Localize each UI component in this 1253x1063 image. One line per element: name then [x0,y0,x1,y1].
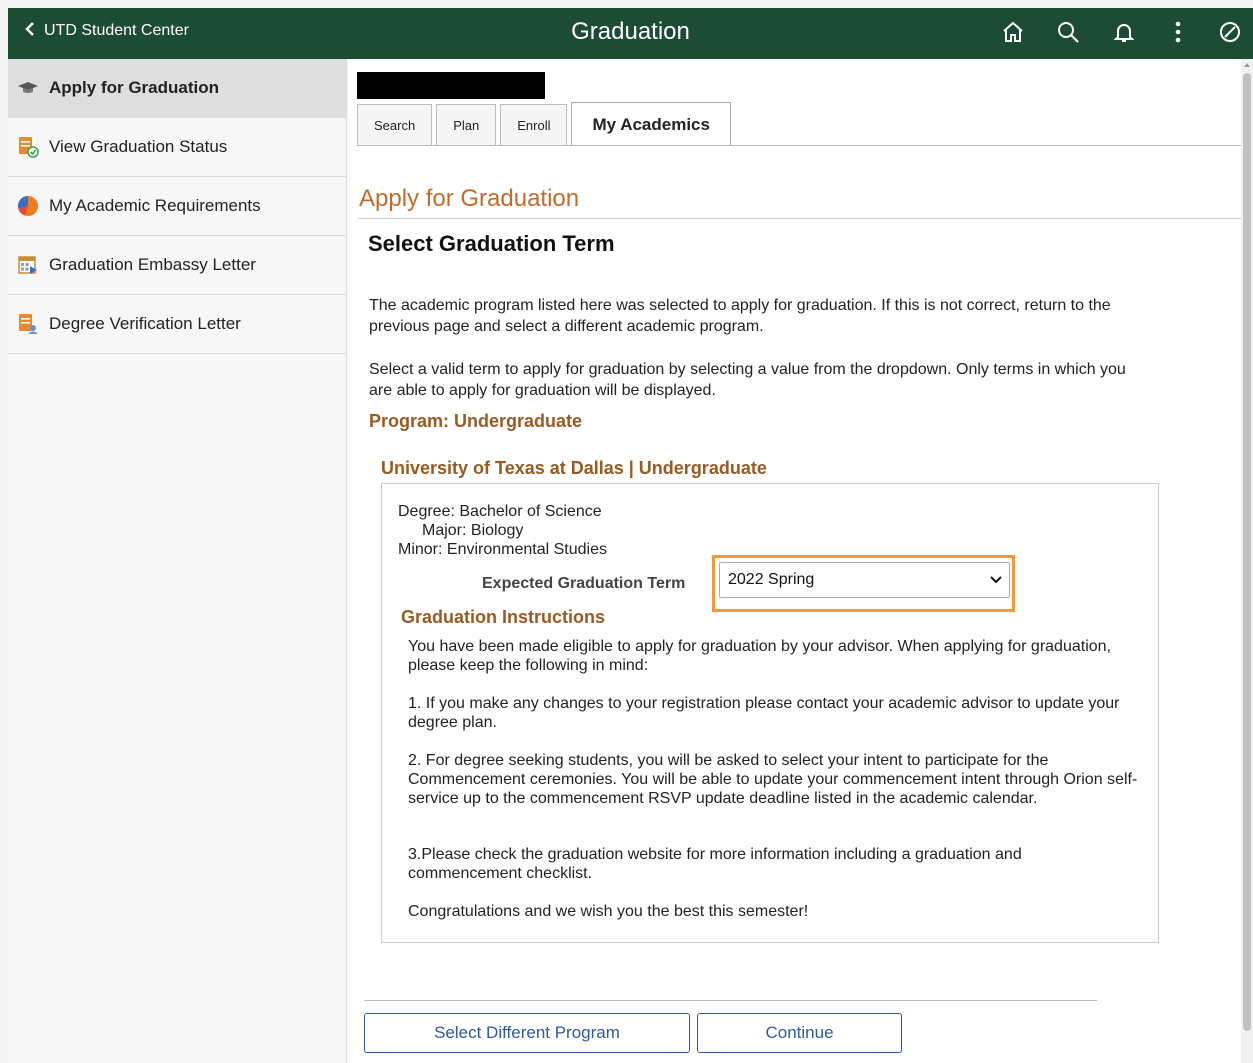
scroll-up-arrow-icon[interactable] [1244,63,1250,67]
expected-graduation-term-select[interactable]: 2022 Spring [719,562,1010,598]
major-text: Major: Biology [422,522,524,539]
calendar-icon [16,253,40,277]
compass-icon[interactable] [1215,16,1245,48]
sidebar-item-label: Degree Verification Letter [49,314,241,333]
instruction-text: Congratulations and we wish you the best… [408,903,809,920]
continue-button[interactable]: Continue [697,1013,902,1053]
redacted-student-name [357,72,545,99]
institution-heading: University of Texas at Dallas | Undergra… [381,458,767,478]
instruction-text: 3.Please check the graduation website fo… [408,846,1022,882]
instruction-text: You have been made eligible to apply for… [408,638,1111,674]
instructions-paragraph: Select a valid term to apply for graduat… [369,361,1126,399]
instruction-text: 1. If you make any changes to your regis… [408,695,1120,731]
sidebar-item-graduation-embassy-letter[interactable]: Graduation Embassy Letter [8,236,346,295]
term-select-highlight: 2022 Spring [712,555,1015,612]
select-different-program-button[interactable]: Select Different Program [364,1013,690,1053]
sidebar-item-degree-verification-letter[interactable]: Degree Verification Letter [8,295,346,354]
main-content: Search Plan Enroll My Academics Apply fo… [348,59,1241,1063]
document-check-icon [16,135,40,159]
tab-search[interactable]: Search [357,104,433,146]
footer-divider [364,1000,1097,1001]
program-heading: Program: Undergraduate [369,411,583,431]
more-vertical-icon[interactable] [1163,16,1193,48]
back-to-student-center[interactable]: UTD Student Center [24,8,189,53]
graduation-cap-icon [16,76,40,100]
sidebar-item-label: My Academic Requirements [49,196,261,215]
graduation-instructions-heading: Graduation Instructions [401,607,606,627]
page-title: Apply for Graduation [359,185,580,212]
sidebar-item-label: Graduation Embassy Letter [49,255,256,274]
bell-icon[interactable] [1109,16,1139,48]
degree-text: Degree: Bachelor of Science [398,503,602,520]
chevron-left-icon [24,21,36,41]
tab-divider [357,145,1241,146]
tab-my-academics[interactable]: My Academics [571,102,731,146]
sidebar-item-my-academic-requirements[interactable]: My Academic Requirements [8,177,346,236]
vertical-scrollbar[interactable] [1241,59,1253,1063]
program-details-box: Degree: Bachelor of Science Major: Biolo… [381,483,1159,943]
sidebar-item-apply-for-graduation[interactable]: Apply for Graduation [8,59,346,118]
back-label: UTD Student Center [44,21,189,39]
pie-chart-icon [16,194,40,218]
search-icon[interactable] [1053,16,1083,48]
expected-graduation-term-label: Expected Graduation Term [482,575,686,592]
sidebar-nav: Apply for Graduation View Graduation Sta… [8,59,347,1063]
tab-plan[interactable]: Plan [436,104,497,146]
sidebar-item-view-graduation-status[interactable]: View Graduation Status [8,118,346,177]
document-person-icon [16,312,40,336]
section-title: Select Graduation Term [368,231,615,256]
tab-enroll[interactable]: Enroll [500,104,568,146]
sidebar-item-label: Apply for Graduation [49,78,219,97]
app-header: UTD Student Center Graduation [8,8,1253,59]
chevron-down-icon [989,570,1003,595]
title-divider [358,218,1241,219]
instruction-text: 2. For degree seeking students, you will… [408,752,1138,807]
home-icon[interactable] [998,16,1028,48]
tab-bar: Search Plan Enroll My Academics [357,102,735,146]
sidebar-item-label: View Graduation Status [49,137,228,156]
minor-text: Minor: Environmental Studies [398,541,607,558]
select-value: 2022 Spring [728,571,815,588]
scrollbar-thumb[interactable] [1243,73,1251,1031]
intro-paragraph: The academic program listed here was sel… [369,297,1111,335]
